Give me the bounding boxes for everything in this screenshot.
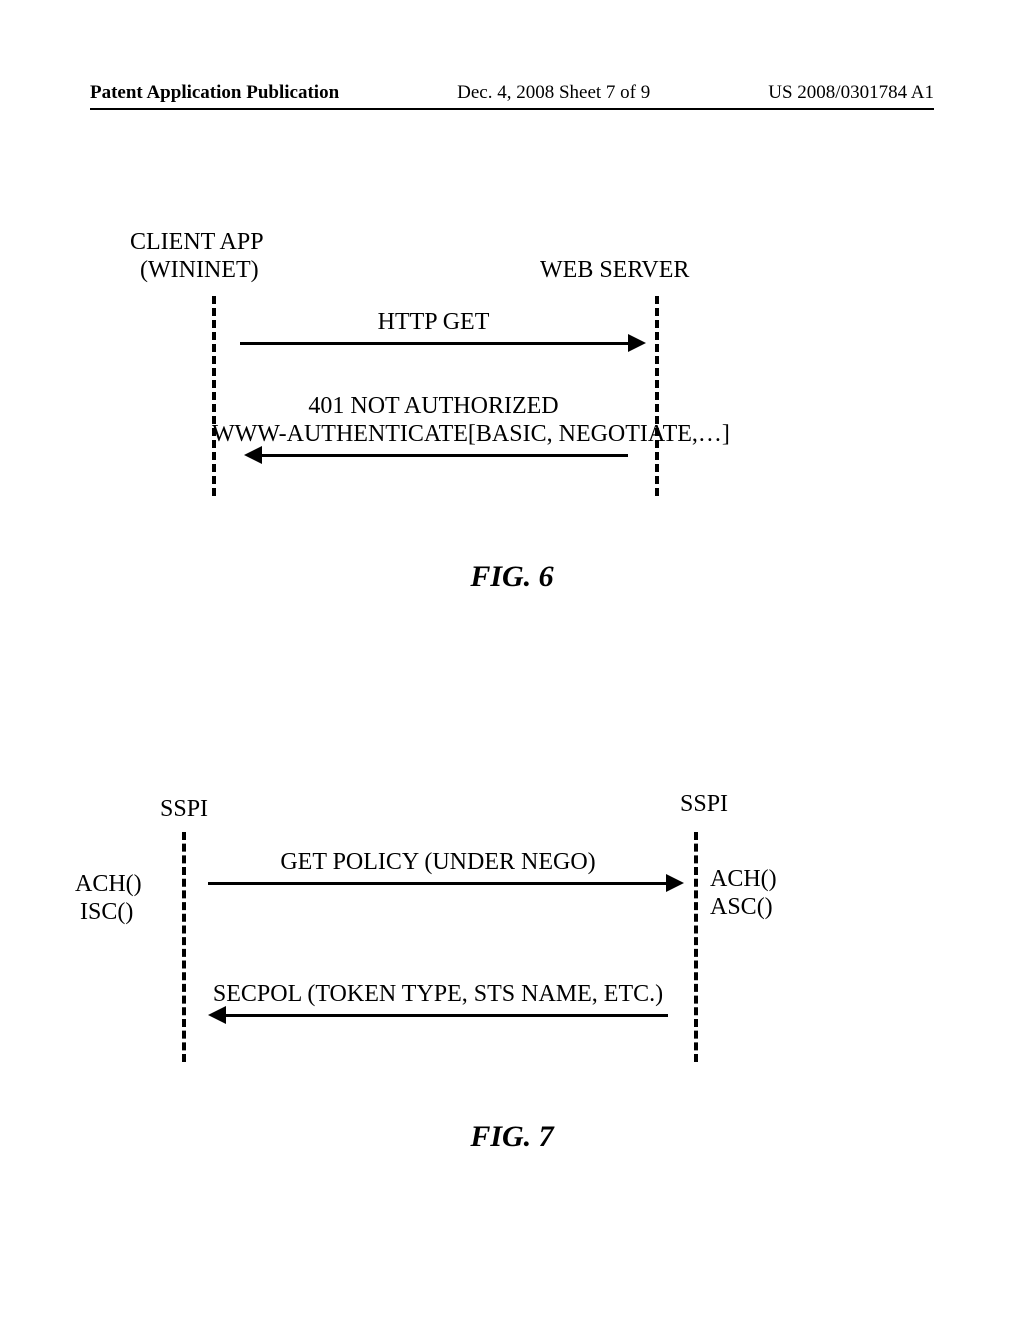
fig6-left-participant-line2: (WININET) bbox=[140, 256, 259, 285]
fig6-msg2-shaft bbox=[262, 454, 628, 457]
fig6-left-participant-line1: CLIENT APP bbox=[130, 228, 264, 257]
fig6-msg1-shaft bbox=[240, 342, 628, 345]
fig7-right-side-line2: ASC() bbox=[710, 893, 773, 922]
fig7-msg2-label: SECPOL (TOKEN TYPE, STS NAME, ETC.) bbox=[182, 980, 694, 1009]
header-left: Patent Application Publication bbox=[90, 82, 339, 104]
fig7-right-participant: SSPI bbox=[680, 790, 728, 819]
header-right: US 2008/0301784 A1 bbox=[768, 82, 934, 104]
page: Patent Application Publication Dec. 4, 2… bbox=[0, 0, 1024, 1320]
fig6-msg2-arrowhead bbox=[244, 446, 262, 464]
header-rule bbox=[90, 108, 934, 110]
fig6-msg1-arrowhead bbox=[628, 334, 646, 352]
fig6-msg2-label-line1: 401 NOT AUTHORIZED bbox=[212, 392, 655, 421]
fig7-msg2-arrowhead bbox=[208, 1006, 226, 1024]
fig7-msg1-shaft bbox=[208, 882, 666, 885]
fig7-msg1-arrowhead bbox=[666, 874, 684, 892]
page-header: Patent Application Publication Dec. 4, 2… bbox=[90, 82, 934, 104]
fig7-msg1-label: GET POLICY (UNDER NEGO) bbox=[182, 848, 694, 877]
fig7-left-participant: SSPI bbox=[160, 795, 208, 824]
fig7-right-side-line1: ACH() bbox=[710, 865, 777, 894]
fig6-right-participant: WEB SERVER bbox=[540, 256, 689, 285]
header-center: Dec. 4, 2008 Sheet 7 of 9 bbox=[339, 82, 768, 104]
fig6-caption: FIG. 6 bbox=[0, 560, 1024, 594]
fig6-right-lifeline bbox=[655, 296, 659, 496]
fig6-msg2-label-line2: WWW-AUTHENTICATE[BASIC, NEGOTIATE,…] bbox=[212, 420, 655, 449]
fig6-msg1-label: HTTP GET bbox=[212, 308, 655, 337]
fig7-left-side-line2: ISC() bbox=[80, 898, 133, 927]
fig7-caption: FIG. 7 bbox=[0, 1120, 1024, 1154]
fig7-left-side-line1: ACH() bbox=[75, 870, 142, 899]
fig7-right-lifeline bbox=[694, 832, 698, 1062]
fig7-msg2-shaft bbox=[226, 1014, 668, 1017]
